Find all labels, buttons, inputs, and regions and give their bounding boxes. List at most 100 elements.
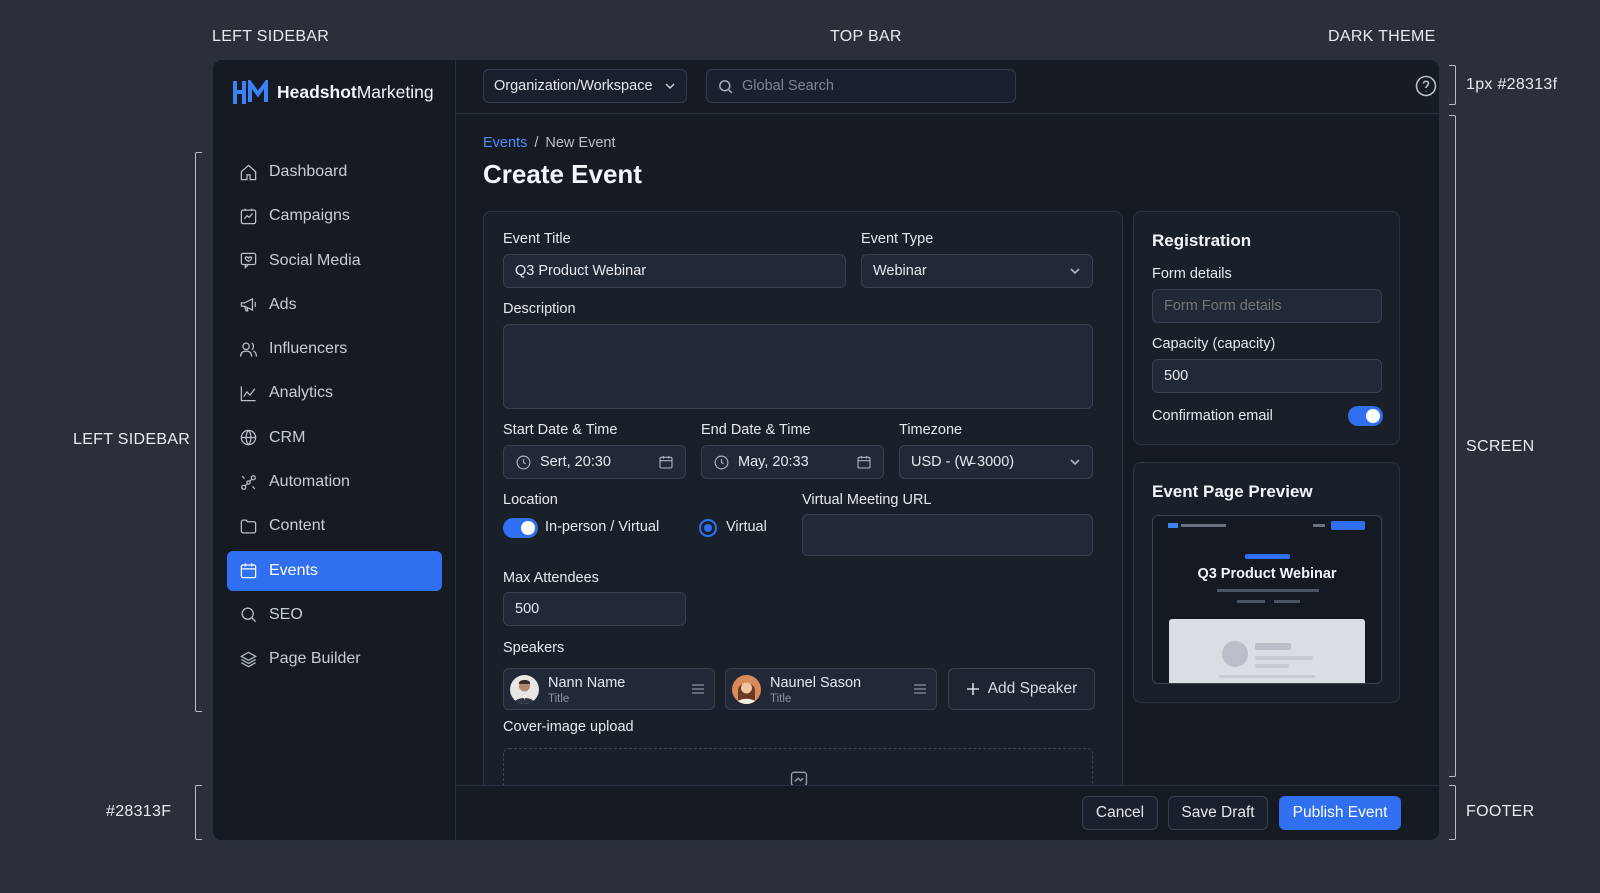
location-label: Location [503,492,558,508]
max-attendees-field[interactable]: 500 [503,592,686,626]
registration-card: Registration Form details Capacity (capa… [1133,211,1400,445]
event-title-field[interactable]: Q3 Product Webinar [503,254,846,288]
search-icon [719,79,733,93]
hm-logo-icon [233,80,268,104]
event-form-card: Event Title Q3 Product Webinar Event Typ… [483,211,1123,811]
breadcrumb-events-link[interactable]: Events [483,135,527,151]
sidebar-item-label: CRM [269,428,306,446]
capacity-field[interactable]: 500 [1152,359,1382,393]
virtual-radio-label: Virtual [726,519,767,535]
location-toggle[interactable] [503,518,538,538]
speaker-avatar [510,675,539,704]
sidebar-item-automation[interactable]: Automation [227,462,442,502]
timezone-value: USD - (W̵̵ 3000) [911,454,1015,470]
speaker-name: Nann Name [548,675,626,691]
sidebar-item-label: Automation [269,473,350,491]
start-datetime-field[interactable]: Sert, 20:30 [503,445,686,479]
sidebar-item-campaigns[interactable]: Campaigns [227,196,442,236]
breadcrumb-separator: / [534,135,539,151]
sidebar-item-dashboard[interactable]: Dashboard [227,152,442,192]
preview-image-placeholder [1169,619,1365,683]
sidebar-item-seo[interactable]: SEO [227,595,442,635]
form-details-field[interactable] [1152,289,1382,323]
sidebar-item-label: Page Builder [269,650,361,668]
folder-icon [240,519,257,534]
help-icon [1415,75,1437,97]
speaker-title: Title [548,693,570,705]
person-photo-icon [510,675,539,704]
event-preview-card: Event Page Preview Q3 Product Webinar [1133,462,1400,703]
max-attendees-label: Max Attendees [503,570,599,586]
calendar-icon[interactable] [658,454,674,470]
timezone-label: Timezone [899,422,963,438]
save-draft-button[interactable]: Save Draft [1168,796,1268,830]
speaker-title: Title [770,693,792,705]
search-icon [241,608,257,623]
end-datetime-field[interactable]: May, 20:33 [701,445,884,479]
form-details-input[interactable] [1153,290,1381,322]
start-datetime-label: Start Date & Time [503,422,618,438]
main-content: Events / New Event Create Event Event Ti… [456,115,1439,840]
clock-icon [714,455,729,469]
timezone-select[interactable]: USD - (W̵̵ 3000) [899,445,1093,479]
global-search[interactable] [706,69,1016,103]
event-type-value: Webinar [873,263,927,279]
sidebar-item-events[interactable]: Events [227,550,442,591]
sidebar-item-label: Analytics [269,384,334,402]
global-search-input[interactable] [742,78,992,94]
home-icon [240,164,257,180]
annotation-screen: SCREEN [1466,438,1535,455]
speaker-card[interactable]: Nann Name Title [503,668,715,710]
confirmation-email-toggle[interactable] [1348,406,1383,426]
sidebar-item-label: Dashboard [269,163,348,180]
event-type-select[interactable]: Webinar [861,254,1093,288]
bracket-topbar [1449,65,1456,105]
speaker-card[interactable]: Naunel Sason Title [725,668,937,710]
breadcrumb-current: New Event [545,135,616,151]
bracket-screen [1449,115,1456,777]
workspace-select[interactable]: Organization/Workspace [483,69,687,103]
publish-event-button[interactable]: Publish Event [1279,796,1401,830]
help-button[interactable] [1414,74,1438,98]
event-type-label: Event Type [861,231,934,247]
virtual-url-field[interactable] [802,514,1093,556]
calendar-icon[interactable] [856,454,872,470]
sidebar-item-label: Social Media [269,251,361,269]
bracket-footer-left [195,785,202,840]
event-title-value: Q3 Product Webinar [515,263,647,279]
users-icon [239,342,258,357]
bracket-footer-right [1449,785,1456,840]
top-bar: Organization/Workspace VT [456,60,1439,114]
description-label: Description [503,301,576,317]
form-details-label: Form details [1152,266,1232,282]
brand[interactable]: HeadshotMarketing [233,80,434,104]
sidebar-item-analytics[interactable]: Analytics [227,373,442,413]
confirmation-email-label: Confirmation email [1152,408,1273,424]
cover-image-label: Cover-image upload [503,719,634,735]
megaphone-icon [240,298,257,312]
event-page-preview[interactable]: Q3 Product Webinar [1152,515,1382,684]
brand-name: HeadshotMarketing [277,81,434,102]
sidebar-item-social-media[interactable]: Social Media [227,241,442,281]
annotation-top-bar: TOP BAR [830,28,902,45]
annotation-left-sidebar-top: LEFT SIDEBAR [212,28,330,45]
preview-meta-graphic [1217,589,1319,603]
capacity-value: 500 [1164,368,1189,384]
cancel-button[interactable]: Cancel [1082,796,1158,830]
plus-icon [966,683,979,695]
sidebar-item-influencers[interactable]: Influencers [227,329,442,369]
sidebar-nav: Dashboard Campaigns Social Media Ads Inf… [227,152,442,684]
sidebar-item-crm[interactable]: CRM [227,418,442,458]
flow-icon [241,474,256,490]
add-speaker-button[interactable]: Add Speaker [948,668,1095,710]
sidebar-item-page-builder[interactable]: Page Builder [227,639,442,679]
add-speaker-label: Add Speaker [987,680,1078,697]
sidebar-item-ads[interactable]: Ads [227,285,442,325]
workspace-select-value: Organization/Workspace [494,78,653,94]
description-textarea[interactable] [503,324,1093,409]
sidebar-item-label: Influencers [269,340,348,358]
drag-handle-icon[interactable] [692,684,704,694]
virtual-radio[interactable] [699,519,717,537]
sidebar-item-content[interactable]: Content [227,506,442,546]
drag-handle-icon[interactable] [914,684,926,694]
